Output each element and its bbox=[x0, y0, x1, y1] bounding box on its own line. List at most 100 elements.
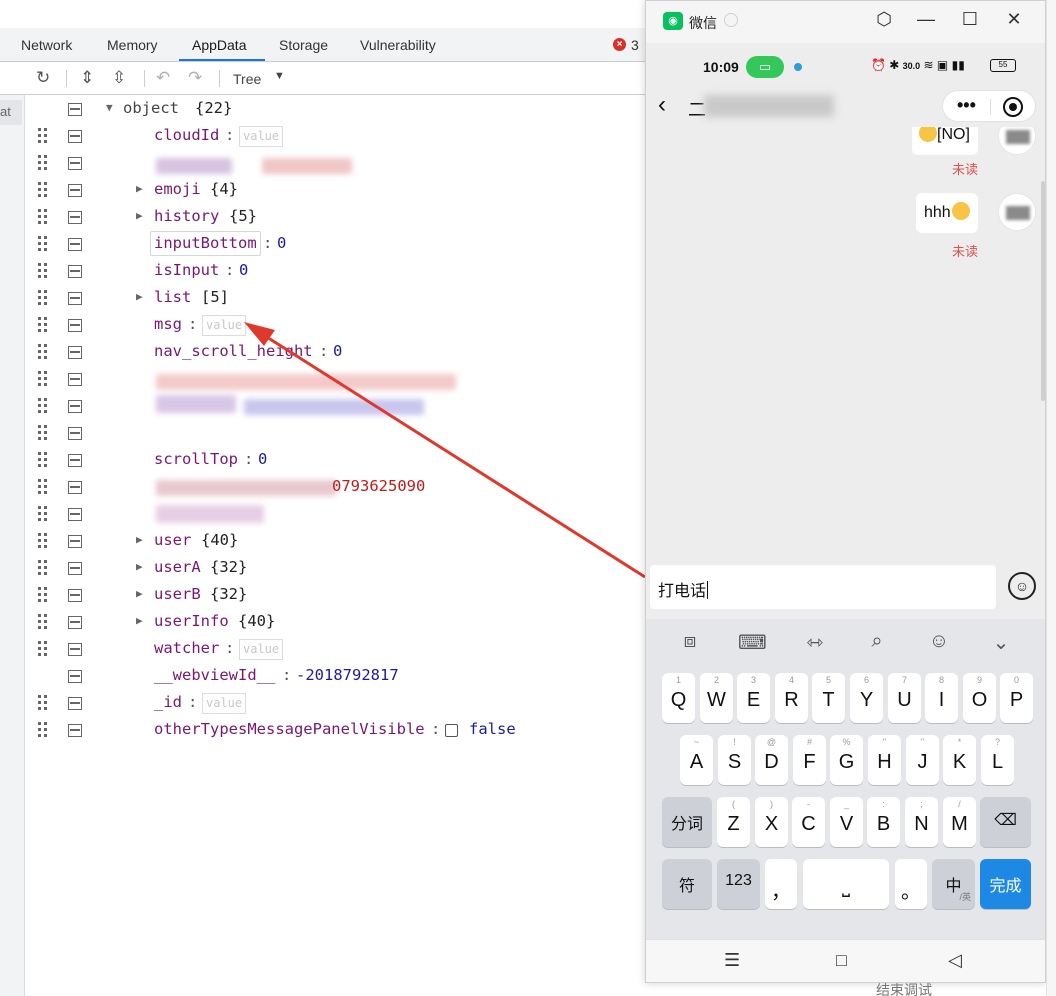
row-menu-icon[interactable] bbox=[68, 643, 82, 656]
row-menu-icon[interactable] bbox=[68, 292, 82, 305]
row-menu-icon[interactable] bbox=[68, 157, 82, 170]
back-triangle-icon[interactable]: ◁ bbox=[948, 950, 962, 971]
symbol-key[interactable]: 符 bbox=[662, 859, 712, 909]
tree-key[interactable]: list bbox=[154, 288, 191, 306]
tree-key[interactable]: watcher bbox=[154, 639, 219, 657]
key-b[interactable]: :B bbox=[867, 797, 900, 847]
drag-handle-icon[interactable] bbox=[38, 317, 48, 333]
drag-handle-icon[interactable] bbox=[38, 452, 48, 468]
hide-keyboard-icon[interactable]: ⌄ bbox=[987, 630, 1015, 655]
row-menu-icon[interactable] bbox=[68, 454, 82, 467]
tree-key[interactable]: _id bbox=[154, 693, 182, 711]
drag-handle-icon[interactable] bbox=[38, 695, 48, 711]
tree-row[interactable]: watcher: value bbox=[26, 636, 646, 663]
redo-icon[interactable]: ↷ bbox=[188, 69, 202, 87]
drag-handle-icon[interactable] bbox=[38, 209, 48, 225]
avatar[interactable] bbox=[998, 127, 1036, 155]
tree-key[interactable]: __webviewId__ bbox=[154, 666, 275, 684]
key-q[interactable]: 1Q bbox=[662, 673, 695, 723]
expand-arrow-icon[interactable]: ▶ bbox=[136, 560, 143, 573]
language-switch-key[interactable]: 中/英 bbox=[932, 859, 975, 909]
tree-key[interactable]: userA bbox=[154, 558, 201, 576]
key-o[interactable]: 9O bbox=[963, 673, 996, 723]
row-menu-icon[interactable] bbox=[68, 373, 82, 386]
home-icon[interactable]: □ bbox=[836, 950, 847, 971]
key-a[interactable]: ~ A bbox=[680, 735, 713, 785]
back-arrow-icon[interactable]: ‹ bbox=[658, 91, 666, 119]
drag-handle-icon[interactable] bbox=[38, 290, 48, 306]
row-menu-icon[interactable] bbox=[68, 724, 82, 737]
tree-value[interactable]: -2018792817 bbox=[296, 666, 399, 684]
clipboard-icon[interactable]: ⧈ bbox=[676, 630, 704, 653]
boolean-checkbox[interactable] bbox=[445, 724, 458, 737]
key-g[interactable]: % G bbox=[830, 735, 863, 785]
tab-appdata[interactable]: AppData bbox=[192, 37, 246, 53]
expand-arrow-icon[interactable]: ▶ bbox=[136, 587, 143, 600]
tree-key[interactable]: user bbox=[154, 531, 191, 549]
key-w[interactable]: 2W bbox=[700, 673, 733, 723]
row-menu-icon[interactable] bbox=[68, 481, 82, 494]
emoji-icon[interactable]: ☺ bbox=[925, 630, 953, 653]
settings-hex-icon[interactable]: ⬡ bbox=[872, 9, 896, 30]
tree-row[interactable]: scrollTop:0 bbox=[26, 447, 646, 474]
tree-row[interactable]: isInput:0 bbox=[26, 258, 646, 285]
tree-value[interactable]: 0 bbox=[277, 234, 286, 252]
tree-value[interactable]: 0793625090 bbox=[332, 477, 425, 495]
tree-row[interactable]: nav_scroll_height:0 bbox=[26, 339, 646, 366]
row-menu-icon[interactable] bbox=[68, 346, 82, 359]
tree-key[interactable]: nav_scroll_height bbox=[154, 342, 313, 360]
undo-icon[interactable]: ↶ bbox=[156, 69, 170, 87]
tree-row[interactable]: ▶ userA {32} bbox=[26, 555, 646, 582]
backspace-key[interactable]: ⌫ bbox=[980, 797, 1031, 847]
tab-network[interactable]: Network bbox=[21, 37, 72, 53]
value-input[interactable]: value bbox=[239, 639, 284, 660]
drag-handle-icon[interactable] bbox=[38, 155, 48, 171]
expand-arrow-icon[interactable]: ▶ bbox=[136, 614, 143, 627]
row-menu-icon[interactable] bbox=[68, 265, 82, 278]
tree-row[interactable] bbox=[26, 366, 646, 393]
minimize-icon[interactable]: — bbox=[914, 9, 938, 30]
tab-storage[interactable]: Storage bbox=[279, 37, 328, 53]
tree-row[interactable]: msg: value bbox=[26, 312, 646, 339]
tree-value[interactable]: 0 bbox=[239, 261, 248, 279]
expand-all-icon[interactable]: ⇳ bbox=[112, 69, 126, 87]
key-u[interactable]: 7U bbox=[888, 673, 921, 723]
tree-value[interactable]: false bbox=[469, 720, 516, 738]
row-menu-icon[interactable] bbox=[68, 319, 82, 332]
menu-icon[interactable]: ☰ bbox=[724, 950, 740, 971]
more-icon[interactable]: ••• bbox=[957, 95, 976, 116]
key-f[interactable]: # F bbox=[793, 735, 826, 785]
tree-row[interactable]: ▶ emoji {4} bbox=[26, 177, 646, 204]
key-m[interactable]: / M bbox=[943, 797, 976, 847]
key-k[interactable]: * K bbox=[943, 735, 976, 785]
expand-arrow-icon[interactable]: ▶ bbox=[136, 290, 143, 303]
error-count[interactable]: 3 bbox=[631, 37, 639, 53]
key-e[interactable]: 3E bbox=[737, 673, 770, 723]
period-key[interactable]: 。 bbox=[895, 859, 927, 909]
tree-row[interactable]: ▼ object {22} bbox=[26, 96, 646, 123]
error-icon[interactable]: × bbox=[613, 38, 626, 51]
row-menu-icon[interactable] bbox=[68, 184, 82, 197]
view-mode-select[interactable]: Tree bbox=[233, 71, 261, 87]
close-icon[interactable]: ✕ bbox=[1002, 9, 1026, 30]
close-miniprogram-icon[interactable] bbox=[1003, 97, 1023, 117]
tree-key[interactable]: inputBottom bbox=[154, 234, 257, 252]
row-menu-icon[interactable] bbox=[68, 103, 82, 116]
tree-key[interactable]: cloudId bbox=[154, 126, 219, 144]
key-p[interactable]: 0P bbox=[1000, 673, 1033, 723]
tree-key[interactable]: history bbox=[154, 207, 219, 225]
tree-row[interactable]: ▶ userB {32} bbox=[26, 582, 646, 609]
key-r[interactable]: 4R bbox=[775, 673, 808, 723]
key-t[interactable]: 5T bbox=[812, 673, 845, 723]
key-j[interactable]: " J bbox=[906, 735, 939, 785]
value-input[interactable]: value bbox=[202, 315, 247, 336]
dropdown-caret-icon[interactable]: ▼ bbox=[274, 70, 285, 82]
row-menu-icon[interactable] bbox=[68, 211, 82, 224]
fenci-key[interactable]: 分词 bbox=[662, 797, 712, 847]
drag-handle-icon[interactable] bbox=[38, 506, 48, 522]
tree-row[interactable]: inputBottom:0 bbox=[26, 231, 646, 258]
tree-key[interactable]: scrollTop bbox=[154, 450, 238, 468]
drag-handle-icon[interactable] bbox=[38, 263, 48, 279]
tree-row[interactable]: ▶ userInfo {40} bbox=[26, 609, 646, 636]
search-icon[interactable]: ⌕ bbox=[863, 630, 891, 653]
